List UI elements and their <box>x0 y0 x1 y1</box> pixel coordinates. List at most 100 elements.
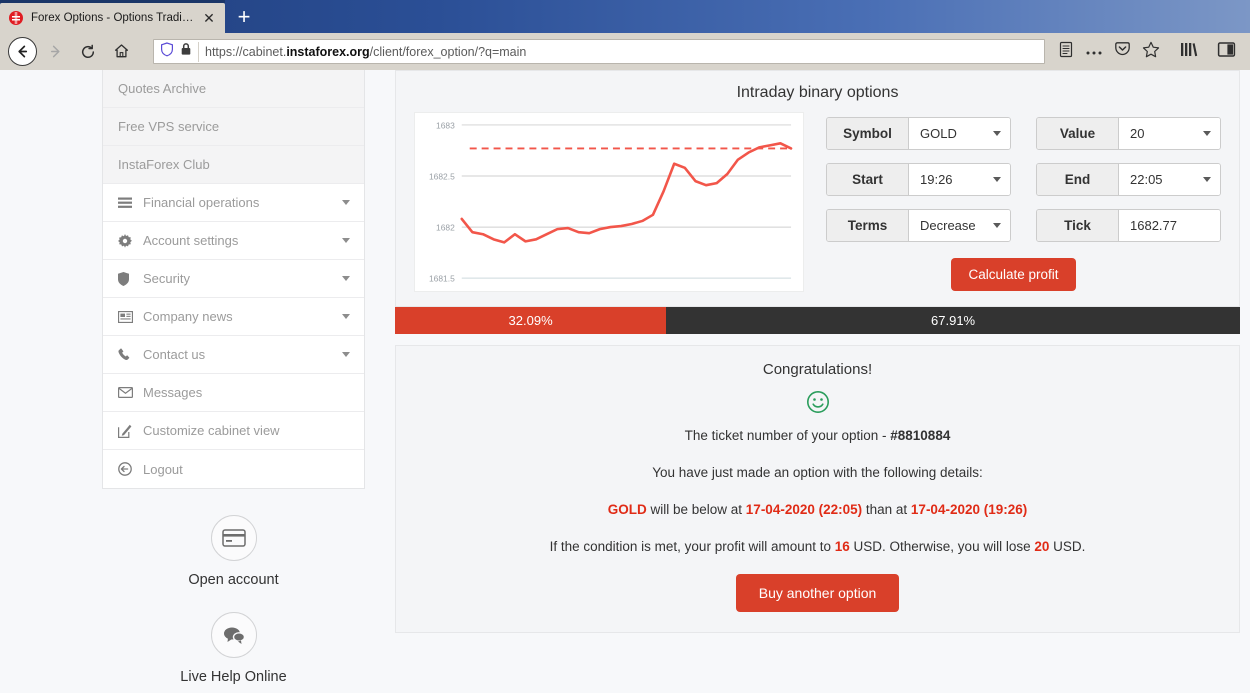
sidebar-item-quotes-archive[interactable]: Quotes Archive <box>103 70 364 108</box>
page-actions-ellipsis-icon[interactable] <box>1085 43 1103 61</box>
chevron-down-icon[interactable] <box>993 131 1001 136</box>
tab-title: Forex Options - Options Trading <box>31 12 194 24</box>
svg-text:1683: 1683 <box>436 120 455 130</box>
chevron-down-icon[interactable] <box>342 200 350 205</box>
sidebar-item-label: Security <box>143 271 190 286</box>
details-intro: You have just made an option with the fo… <box>652 465 983 480</box>
back-button[interactable] <box>8 37 37 66</box>
chevron-down-icon[interactable] <box>1203 131 1211 136</box>
sidebar: Quotes Archive Free VPS service InstaFor… <box>102 70 365 693</box>
site-identity-group <box>160 41 199 62</box>
sidebar-promos: Open account Live Help Online <box>102 515 365 685</box>
condition-line: GOLD will be below at 17-04-2020 (22:05)… <box>416 502 1219 517</box>
sidebar-item-customize-cabinet-view[interactable]: Customize cabinet view <box>103 412 364 450</box>
ticket-number: #8810884 <box>890 428 951 443</box>
sidebar-item-account-settings[interactable]: Account settings <box>103 222 364 260</box>
browser-window: Forex Options - Options Trading ✕ + http… <box>0 0 1250 693</box>
sidebar-item-messages[interactable]: Messages <box>103 374 364 412</box>
terms-field[interactable]: Terms Decrease <box>826 209 1011 242</box>
forward-button <box>40 37 70 67</box>
chevron-down-icon[interactable] <box>1203 177 1211 182</box>
phone-icon <box>118 348 137 361</box>
sidebar-item-label: Free VPS service <box>118 119 220 134</box>
reload-icon[interactable] <box>73 37 103 67</box>
chevron-down-icon[interactable] <box>342 238 350 243</box>
terms-label: Terms <box>827 210 909 241</box>
new-tab-button[interactable]: + <box>225 3 263 33</box>
sidebar-item-company-news[interactable]: Company news <box>103 298 364 336</box>
promo-label: Live Help Online <box>180 669 287 685</box>
price-chart: 1683 1682.5 1682 1681.5 <box>414 112 804 292</box>
main-content: Intraday binary options 1683 1682.5 1682 16… <box>395 70 1240 633</box>
sidebar-item-logout[interactable]: Logout <box>103 450 364 488</box>
chat-bubble-icon <box>210 612 257 658</box>
price-chart-svg: 1683 1682.5 1682 1681.5 <box>429 120 793 284</box>
end-select[interactable]: 22:05 <box>1119 164 1220 195</box>
sidebar-item-label: Contact us <box>143 347 206 362</box>
browser-tab[interactable]: Forex Options - Options Trading ✕ <box>0 3 225 33</box>
url-bar[interactable]: https://cabinet.instaforex.org/client/fo… <box>153 39 1045 64</box>
home-icon[interactable] <box>106 37 136 67</box>
result-title: Congratulations! <box>762 361 873 378</box>
tracking-protection-shield-icon[interactable] <box>160 41 174 62</box>
end-value: 22:05 <box>1130 172 1163 187</box>
promo-label: Open account <box>188 572 279 588</box>
list-icon <box>118 197 137 209</box>
chevron-down-icon[interactable] <box>993 223 1001 228</box>
start-select[interactable]: 19:26 <box>909 164 1010 195</box>
sidebar-toggle-icon[interactable] <box>1217 41 1236 63</box>
close-icon[interactable]: ✕ <box>201 11 217 25</box>
sidebar-item-label: Company news <box>143 309 233 324</box>
symbol-field[interactable]: Symbol GOLD <box>826 117 1011 150</box>
start-field[interactable]: Start 19:26 <box>826 163 1011 196</box>
credit-card-icon <box>210 515 257 561</box>
sidebar-item-label: Logout <box>143 461 183 477</box>
tick-input[interactable]: 1682.77 <box>1119 210 1220 241</box>
condition-start-date: 17-04-2020 (19:26) <box>910 502 1028 517</box>
promo-open-account[interactable]: Open account <box>102 515 365 588</box>
url-action-icons <box>1054 41 1160 63</box>
chart-y-axis-labels: 1683 1682.5 1682 1681.5 <box>429 120 455 283</box>
option-form-grid: Symbol GOLD Value 20 Start 19:26 End 22:… <box>826 117 1221 242</box>
symbol-select[interactable]: GOLD <box>909 118 1010 149</box>
payout-loss: 20 <box>1034 539 1050 554</box>
chevron-down-icon[interactable] <box>342 314 350 319</box>
page-title: Intraday binary options <box>736 84 899 101</box>
bookmark-star-icon[interactable] <box>1142 41 1160 63</box>
value-field[interactable]: Value 20 <box>1036 117 1221 150</box>
calculate-profit-button[interactable]: Calculate profit <box>951 258 1076 291</box>
value-select[interactable]: 20 <box>1119 118 1220 149</box>
payout-post: USD. <box>1049 539 1086 554</box>
terms-select[interactable]: Decrease <box>909 210 1010 241</box>
chevron-down-icon[interactable] <box>342 276 350 281</box>
chevron-down-icon[interactable] <box>993 177 1001 182</box>
tick-value: 1682.77 <box>1130 218 1177 233</box>
probability-ratio-bar: 32.09% 67.91% <box>395 307 1240 334</box>
payout-mid: USD. Otherwise, you will lose <box>849 539 1035 554</box>
condition-mid1: will be below at <box>646 502 746 517</box>
promo-live-help-online[interactable]: Live Help Online <box>102 612 365 685</box>
svg-text:1681.5: 1681.5 <box>429 274 455 284</box>
payout-pre: If the condition is met, your profit wil… <box>549 539 835 554</box>
buy-another-option-button[interactable]: Buy another option <box>735 574 900 612</box>
padlock-icon[interactable] <box>180 42 192 61</box>
sidebar-item-security[interactable]: Security <box>103 260 364 298</box>
shield-icon <box>118 271 137 286</box>
trade-row: 1683 1682.5 1682 1681.5 Symbol GOLD Valu… <box>396 112 1239 306</box>
reader-view-icon[interactable] <box>1058 41 1074 63</box>
chevron-down-icon[interactable] <box>342 352 350 357</box>
sidebar-item-instaforex-club[interactable]: InstaForex Club <box>103 146 364 184</box>
svg-text:1682: 1682 <box>436 223 455 233</box>
condition-symbol: GOLD <box>607 502 647 517</box>
sidebar-item-free-vps-service[interactable]: Free VPS service <box>103 108 364 146</box>
sidebar-item-contact-us[interactable]: Contact us <box>103 336 364 374</box>
end-field[interactable]: End 22:05 <box>1036 163 1221 196</box>
result-panel: Congratulations! The ticket number of yo… <box>395 345 1240 633</box>
save-to-pocket-icon[interactable] <box>1114 41 1131 62</box>
tick-field[interactable]: Tick 1682.77 <box>1036 209 1221 242</box>
sidebar-item-financial-operations[interactable]: Financial operations <box>103 184 364 222</box>
ratio-bar-right: 67.91% <box>666 307 1240 334</box>
condition-mid2: than at <box>862 502 911 517</box>
library-icon[interactable] <box>1179 41 1199 63</box>
sidebar-item-label: Customize cabinet view <box>143 423 280 438</box>
